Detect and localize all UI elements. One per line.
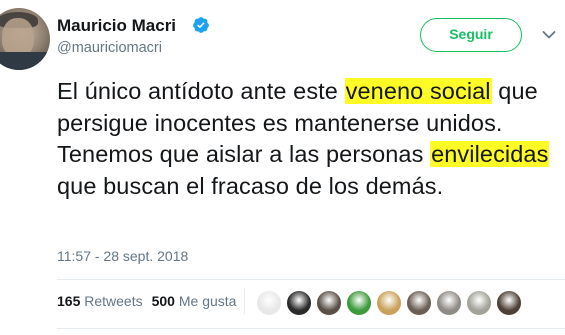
author-name[interactable]: Mauricio Macri <box>57 16 176 36</box>
liker-avatar-6[interactable] <box>406 290 432 316</box>
divider <box>57 279 565 280</box>
highlighted-phrase: veneno social <box>344 78 492 104</box>
retweets-label: Retweets <box>84 293 143 309</box>
likes-stat[interactable]: 500 Me gusta <box>152 293 237 309</box>
likes-label: Me gusta <box>178 293 237 309</box>
avatar-suit <box>0 52 50 70</box>
divider <box>57 328 565 329</box>
chevron-down-icon[interactable] <box>542 30 556 40</box>
liker-avatar-8[interactable] <box>466 290 492 316</box>
liker-avatar-3[interactable] <box>316 290 342 316</box>
author-handle[interactable]: @mauriciomacri <box>57 40 162 56</box>
liker-avatar-9[interactable] <box>496 290 522 316</box>
tweet-text-segment: El único antídoto ante este <box>57 78 345 104</box>
likes-count: 500 <box>151 293 175 309</box>
liker-avatar-5[interactable] <box>376 290 402 316</box>
liker-avatar-4[interactable] <box>346 290 372 316</box>
tweet-stats: 165 Retweets 500 Me gusta <box>57 293 236 309</box>
retweets-count: 165 <box>57 293 81 309</box>
tweet-timestamp[interactable]: 11:57 - 28 sept. 2018 <box>57 248 188 264</box>
tweet-text: El único antídoto ante este veneno socia… <box>57 76 562 202</box>
verified-badge-icon <box>193 17 209 33</box>
liker-avatar-2[interactable] <box>286 290 312 316</box>
author-avatar[interactable] <box>0 8 50 70</box>
follow-button[interactable]: Seguir <box>420 18 522 52</box>
highlighted-phrase: envilecidas <box>430 141 550 167</box>
stats-separator <box>244 288 245 314</box>
liker-avatar-1[interactable] <box>256 290 282 316</box>
retweets-stat[interactable]: 165 Retweets <box>57 293 143 309</box>
tweet-text-segment: que buscan el fracaso de los demás. <box>57 172 444 199</box>
liker-avatar-7[interactable] <box>436 290 462 316</box>
